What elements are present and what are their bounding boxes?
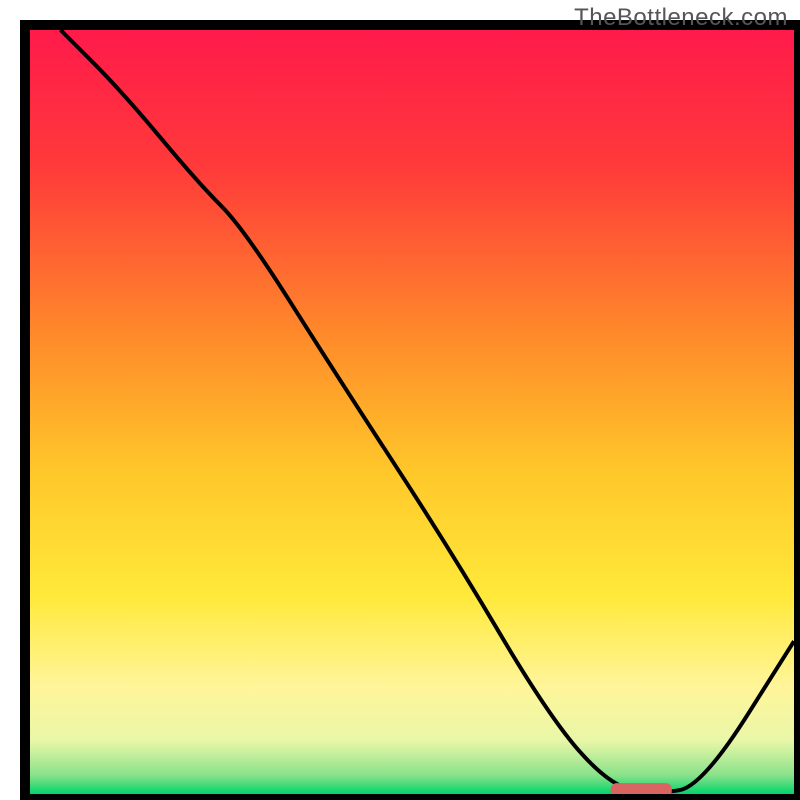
watermark-text: TheBottleneck.com (574, 4, 788, 32)
plot-background (30, 30, 794, 794)
bottleneck-chart (0, 0, 800, 800)
chart-container: TheBottleneck.com (0, 0, 800, 800)
